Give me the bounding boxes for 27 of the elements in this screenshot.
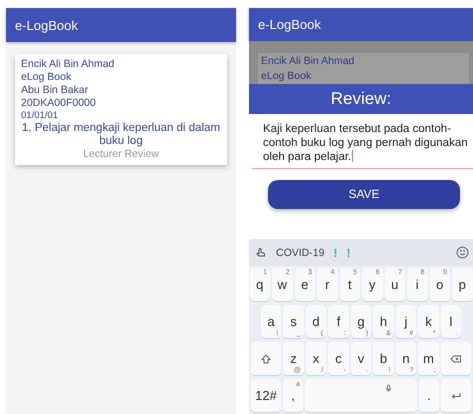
emoji-icon[interactable] xyxy=(456,246,469,259)
card-line: eLog Book xyxy=(261,69,312,84)
card-line: eLog Book xyxy=(21,71,72,84)
card-item: 1. Pelajar mengkaji keperluan di dalam buku log xyxy=(21,122,221,148)
card-line: Encik Ali Bin Ahmad xyxy=(21,58,116,71)
card-date: 01/01/01 xyxy=(21,110,59,122)
hand-icon[interactable] xyxy=(255,246,267,258)
app-title: e-LogBook xyxy=(15,18,78,32)
period-key[interactable]: . xyxy=(419,379,439,412)
card-line: 20DKA00F0000 xyxy=(21,97,97,110)
card-caption: Lecturer Review xyxy=(82,148,160,161)
backspace-icon xyxy=(450,352,462,364)
shift-icon xyxy=(260,352,272,364)
card-line: Abu Bin Bakar xyxy=(21,84,90,97)
keyboard-key[interactable]: p xyxy=(452,268,472,301)
app-title: e-LogBook xyxy=(258,17,321,32)
shift-key[interactable] xyxy=(251,342,282,375)
microphone-icon xyxy=(384,384,393,393)
save-button[interactable]: SAVE xyxy=(268,180,460,209)
review-field[interactable]: Kaji keperluan tersebut pada contoh-contoh buku log yang pernah digunakan oleh para pelajar. xyxy=(252,123,473,169)
dialog-title: Review: xyxy=(330,89,392,110)
backspace-key[interactable] xyxy=(440,342,471,375)
card-line: Encik Ali Bin Ahmad xyxy=(261,54,356,70)
text-cursor xyxy=(352,150,354,162)
logbook-card[interactable]: Encik Ali Bin Ahmad eLog Book Abu Bin Bakar 20DKA00F0000 01/01/01 1. Pelajar mengkaji keperluan di dalam buku log Lecturer Review xyxy=(15,54,227,165)
mode-key[interactable]: 12# xyxy=(251,379,281,412)
word-suggestion[interactable]: COVID-19 xyxy=(276,246,324,258)
